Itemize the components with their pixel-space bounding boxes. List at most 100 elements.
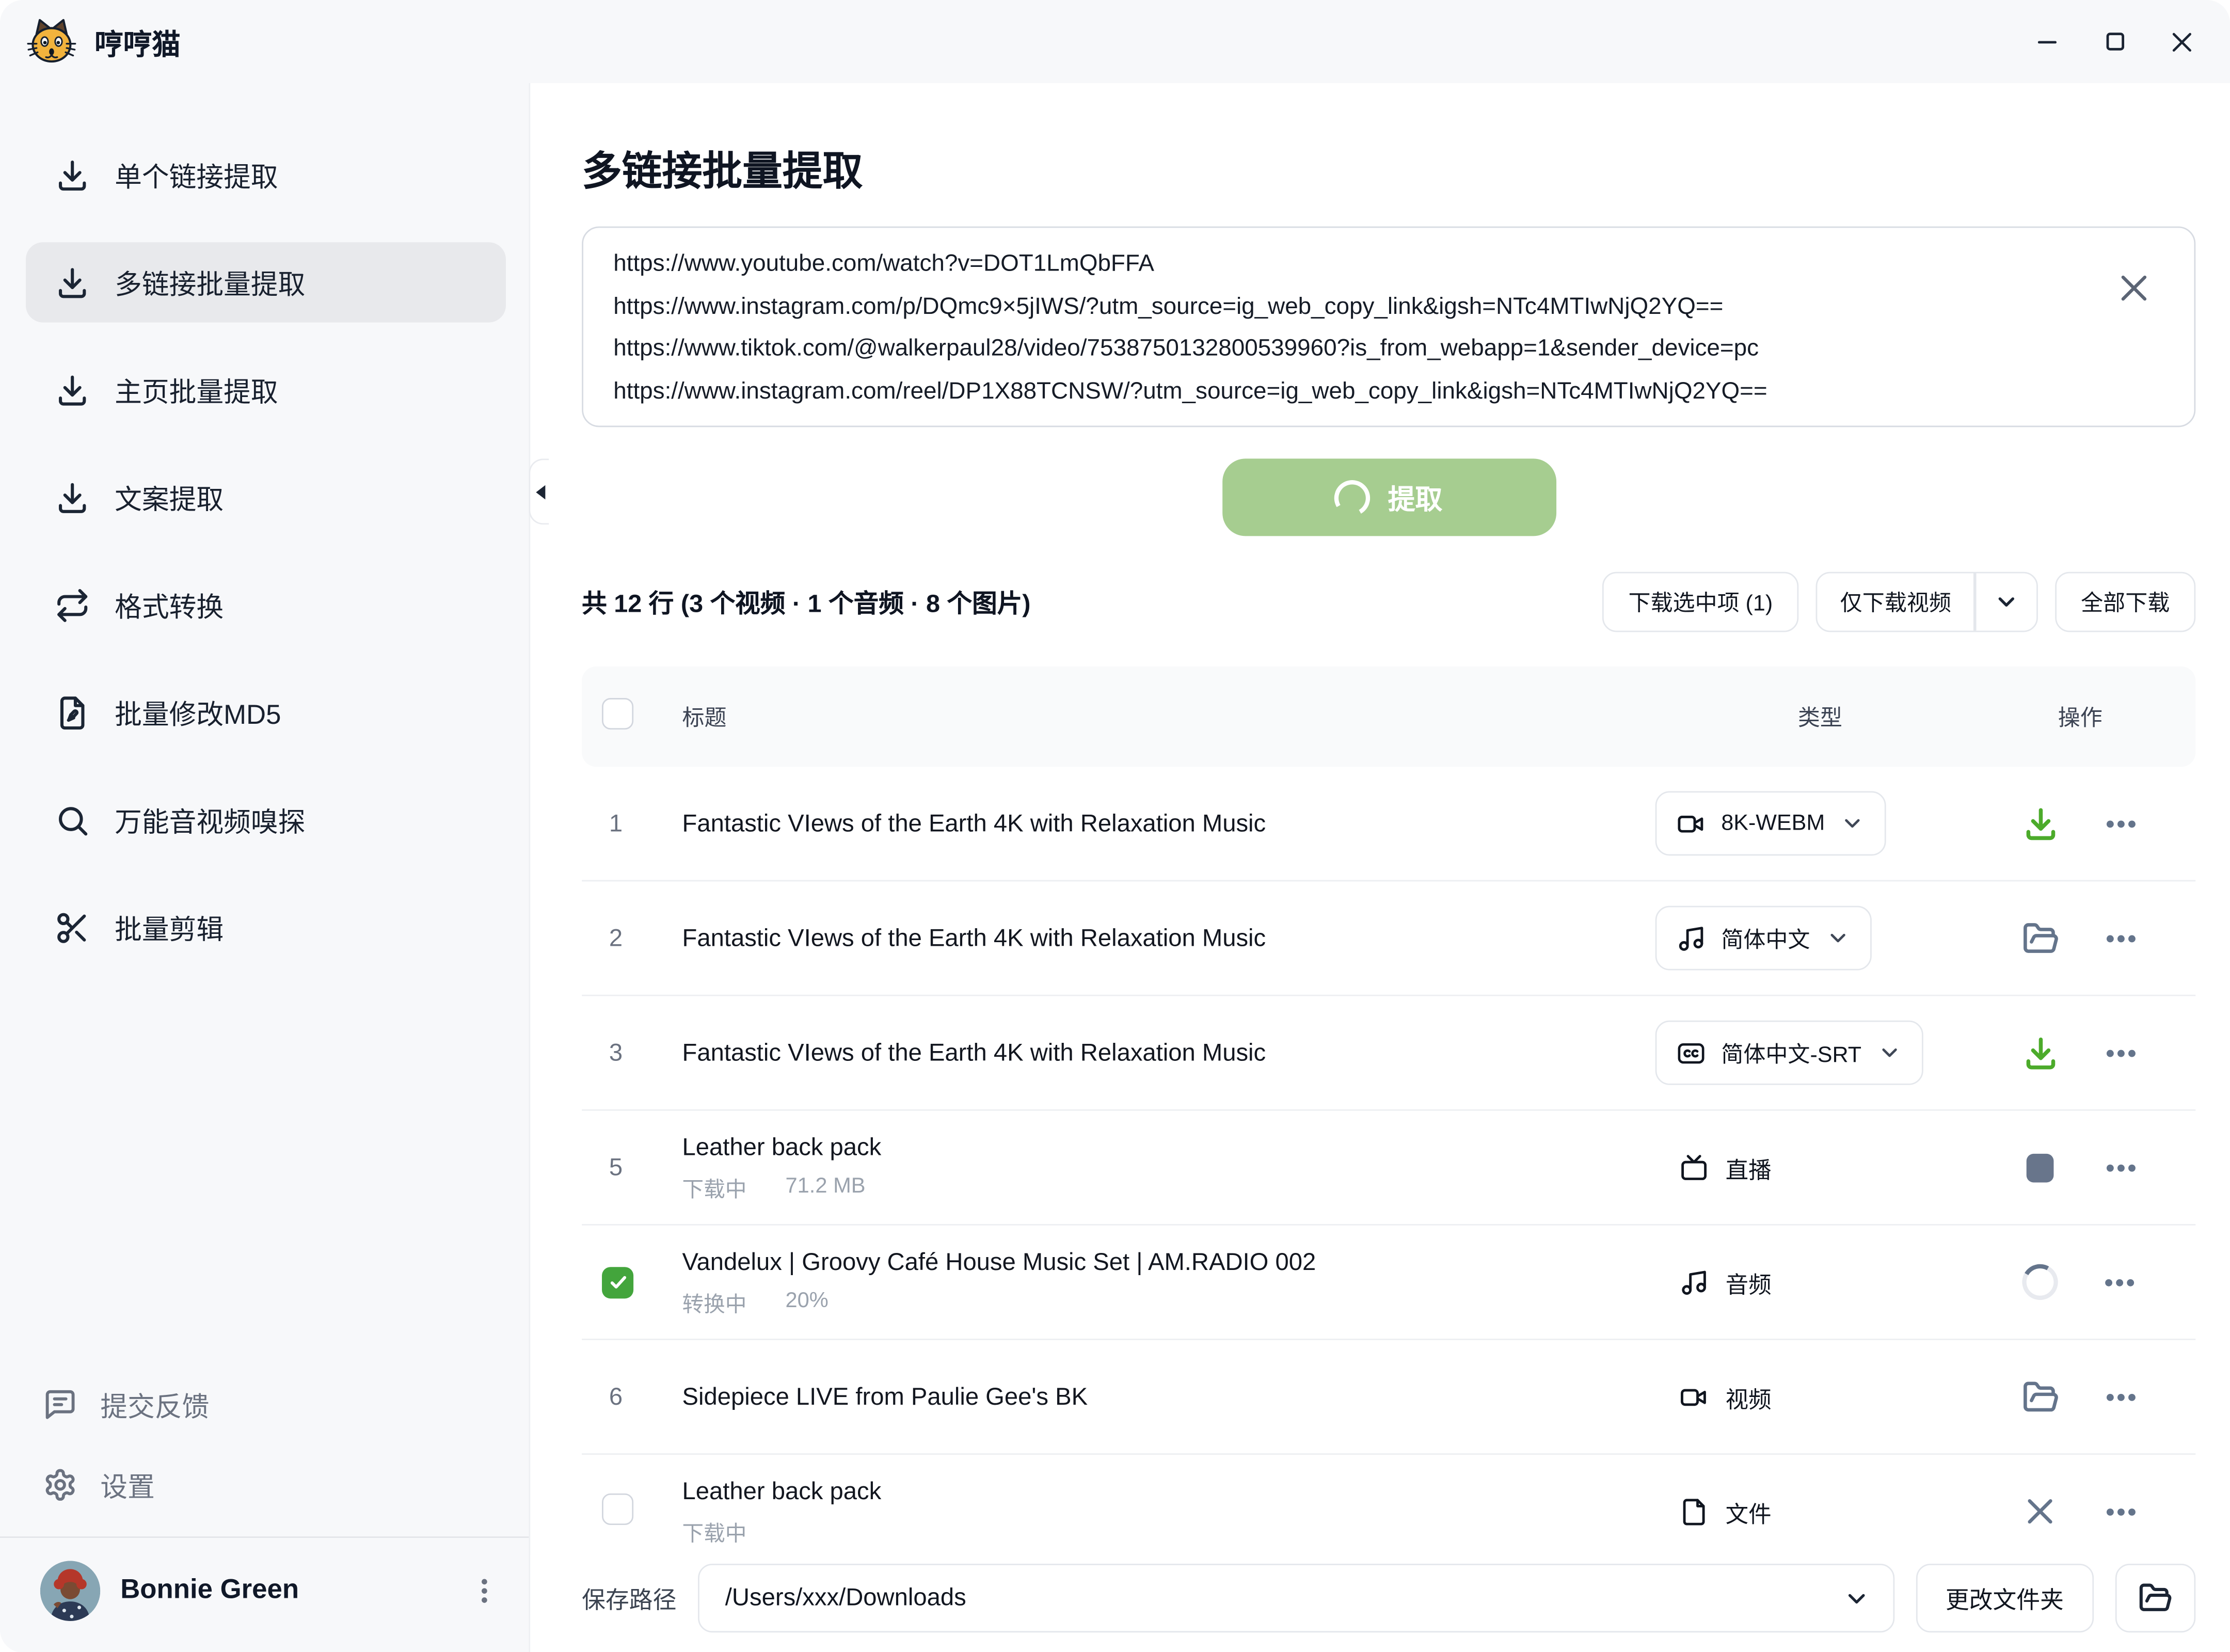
download-all-button[interactable]: 全部下载 bbox=[2055, 572, 2195, 632]
save-path-select[interactable]: /Users/xxx/Downloads bbox=[698, 1564, 1894, 1632]
save-path-label: 保存路径 bbox=[582, 1581, 676, 1615]
column-header-type: 类型 bbox=[1655, 701, 1985, 733]
download-icon[interactable] bbox=[2021, 805, 2059, 842]
sidebar: 单个链接提取 多链接批量提取 主页批量提取 文案提取 格式转换 批量修改MD5 bbox=[0, 83, 529, 1652]
chevron-down-icon bbox=[1826, 926, 1850, 950]
sidebar-item-single-link[interactable]: 单个链接提取 bbox=[26, 135, 506, 215]
chevron-left-icon bbox=[534, 484, 545, 500]
results-table: 标题 类型 操作 1 Fantastic VIews of the Earth … bbox=[582, 666, 2195, 1568]
status-label: 下载中 bbox=[682, 1173, 747, 1203]
music-icon bbox=[1680, 1268, 1709, 1297]
status-value: 20% bbox=[785, 1288, 828, 1318]
avatar bbox=[40, 1561, 101, 1621]
sidebar-item-label: 主页批量提取 bbox=[115, 371, 278, 409]
table-row: 6 Sidepiece LIVE from Paulie Gee's BK 视频 bbox=[582, 1340, 2195, 1455]
sidebar-item-md5[interactable]: 批量修改MD5 bbox=[26, 672, 506, 752]
type-select-label: 简体中文-SRT bbox=[1721, 1037, 1861, 1069]
type-select-dropdown[interactable]: 简体中文-SRT bbox=[1655, 1021, 1923, 1085]
sidebar-item-settings[interactable]: 设置 bbox=[26, 1451, 503, 1519]
sidebar-item-format-convert[interactable]: 格式转换 bbox=[26, 565, 506, 645]
sidebar-collapse-handle[interactable] bbox=[529, 458, 549, 525]
sidebar-item-label: 设置 bbox=[100, 1466, 155, 1504]
status-label: 转换中 bbox=[682, 1288, 747, 1318]
sidebar-footer: 提交反馈 设置 bbox=[0, 1370, 529, 1652]
row-title: Sidepiece LIVE from Paulie Gee's BK bbox=[682, 1381, 1627, 1412]
sidebar-item-copy-extract[interactable]: 文案提取 bbox=[26, 457, 506, 537]
user-row[interactable]: Bonnie Green bbox=[0, 1538, 529, 1652]
url-input[interactable]: https://www.youtube.com/watch?v=DOT1LmQb… bbox=[582, 227, 2195, 427]
open-folder-icon bbox=[2138, 1581, 2173, 1615]
sidebar-item-feedback[interactable]: 提交反馈 bbox=[26, 1370, 503, 1439]
more-actions-icon[interactable] bbox=[2101, 1493, 2139, 1530]
download-icon bbox=[54, 264, 90, 300]
sidebar-item-label: 多链接批量提取 bbox=[115, 263, 305, 301]
row-title: Leather back pack bbox=[682, 1475, 1627, 1507]
type-select-dropdown[interactable]: 简体中文 bbox=[1655, 906, 1872, 971]
clear-input-button[interactable] bbox=[2115, 269, 2153, 307]
more-actions-icon[interactable] bbox=[2101, 1149, 2139, 1186]
table-row: 5 Leather back pack 下载中 71.2 MB 直播 bbox=[582, 1111, 2195, 1226]
more-actions-icon[interactable] bbox=[2101, 919, 2139, 957]
row-status: 下载中 bbox=[682, 1517, 1627, 1547]
video-only-split-button: 仅下载视频 bbox=[1815, 572, 2037, 632]
stop-download-icon[interactable] bbox=[2021, 1149, 2059, 1186]
progress-spinner-icon bbox=[2018, 1260, 2062, 1304]
type-label: 文件 bbox=[1726, 1494, 1772, 1529]
row-number: 1 bbox=[602, 809, 682, 838]
file-pen-icon bbox=[54, 694, 90, 730]
close-window-button[interactable] bbox=[2148, 8, 2216, 75]
extract-button-label: 提取 bbox=[1388, 478, 1443, 517]
sidebar-item-homepage-batch[interactable]: 主页批量提取 bbox=[26, 350, 506, 430]
more-actions-icon[interactable] bbox=[2101, 1034, 2139, 1071]
download-icon[interactable] bbox=[2021, 1034, 2059, 1071]
save-path-bar: 保存路径 /Users/xxx/Downloads 更改文件夹 bbox=[530, 1555, 2230, 1652]
open-folder-button[interactable] bbox=[2115, 1564, 2195, 1632]
sidebar-item-batch-edit[interactable]: 批量剪辑 bbox=[26, 887, 506, 967]
row-title: Fantastic VIews of the Earth 4K with Rel… bbox=[682, 807, 1627, 839]
open-folder-icon[interactable] bbox=[2021, 1378, 2059, 1415]
row-status: 转换中 20% bbox=[682, 1288, 1627, 1318]
sidebar-item-label: 批量剪辑 bbox=[115, 908, 224, 947]
more-actions-icon[interactable] bbox=[2101, 805, 2139, 842]
download-selected-button[interactable]: 下载选中项 (1) bbox=[1602, 572, 1798, 632]
chevron-down-icon[interactable] bbox=[1976, 574, 2036, 631]
close-icon bbox=[2115, 269, 2153, 307]
chevron-down-icon bbox=[1877, 1041, 1902, 1065]
app-title: 哼哼猫 bbox=[94, 21, 181, 62]
table-row: 1 Fantastic VIews of the Earth 4K with R… bbox=[582, 767, 2195, 881]
chevron-down-icon bbox=[1842, 1584, 1870, 1612]
download-icon bbox=[54, 157, 90, 193]
minimize-button[interactable] bbox=[2014, 8, 2081, 75]
row-checkbox[interactable] bbox=[602, 1493, 633, 1524]
sidebar-item-label: 单个链接提取 bbox=[115, 155, 278, 194]
user-menu-kebab-icon[interactable] bbox=[463, 1569, 506, 1612]
row-number: 6 bbox=[602, 1383, 682, 1411]
open-folder-icon[interactable] bbox=[2021, 919, 2059, 957]
status-label: 下载中 bbox=[682, 1517, 747, 1547]
sidebar-item-sniffer[interactable]: 万能音视频嗅探 bbox=[26, 780, 506, 860]
column-header-title: 标题 bbox=[682, 701, 1655, 733]
type-select-dropdown[interactable]: 8K-WEBM bbox=[1655, 791, 1887, 856]
table-row: 3 Fantastic VIews of the Earth 4K with R… bbox=[582, 996, 2195, 1111]
select-all-checkbox[interactable] bbox=[602, 698, 633, 729]
row-number: 2 bbox=[602, 924, 682, 952]
tv-icon bbox=[1680, 1153, 1709, 1182]
change-folder-button[interactable]: 更改文件夹 bbox=[1916, 1564, 2094, 1632]
more-actions-icon[interactable] bbox=[2101, 1378, 2139, 1415]
extract-button[interactable]: 提取 bbox=[1222, 458, 1556, 536]
maximize-button[interactable] bbox=[2081, 8, 2148, 75]
sidebar-item-label: 文案提取 bbox=[115, 478, 224, 517]
row-title: Fantastic VIews of the Earth 4K with Rel… bbox=[682, 923, 1627, 954]
cancel-icon[interactable] bbox=[2021, 1493, 2059, 1530]
video-only-button[interactable]: 仅下载视频 bbox=[1817, 574, 1974, 631]
row-checkbox-checked[interactable] bbox=[602, 1266, 633, 1298]
url-input-value[interactable]: https://www.youtube.com/watch?v=DOT1LmQb… bbox=[613, 244, 2102, 410]
sidebar-item-multi-link[interactable]: 多链接批量提取 bbox=[26, 242, 506, 322]
window-controls bbox=[2014, 8, 2216, 75]
sidebar-item-label: 提交反馈 bbox=[100, 1385, 209, 1424]
more-actions-icon[interactable] bbox=[2101, 1263, 2138, 1300]
file-icon bbox=[1680, 1497, 1709, 1526]
message-icon bbox=[43, 1387, 77, 1422]
gear-icon bbox=[43, 1468, 77, 1502]
repeat-icon bbox=[54, 587, 90, 623]
